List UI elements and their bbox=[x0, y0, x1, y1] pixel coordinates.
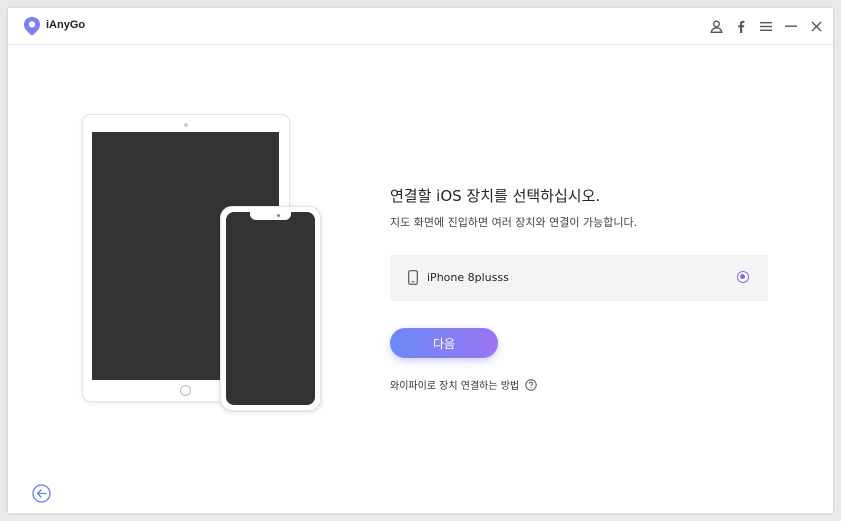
phone-screen bbox=[226, 211, 315, 405]
minimize-icon bbox=[785, 25, 797, 27]
wifi-help-label: 와이파이로 장치 연결하는 방법 bbox=[390, 381, 520, 392]
next-button[interactable]: 다음 bbox=[390, 328, 498, 358]
facebook-icon bbox=[738, 20, 745, 33]
device-radio-selected-dot bbox=[740, 274, 745, 279]
tablet-camera bbox=[184, 123, 188, 127]
close-icon bbox=[811, 21, 821, 31]
device-list-item[interactable]: iPhone 8plusss bbox=[390, 255, 768, 301]
iphone-illustration bbox=[220, 206, 321, 411]
tablet-home-button bbox=[180, 385, 191, 396]
page-subtitle: 지도 화면에 진입하면 여러 장치와 연결이 가능합니다. bbox=[390, 216, 638, 229]
facebook-button[interactable] bbox=[733, 18, 749, 34]
device-radio[interactable] bbox=[737, 271, 749, 283]
account-button[interactable] bbox=[708, 18, 724, 34]
menu-icon bbox=[760, 21, 772, 31]
app-title: iAnyGo bbox=[46, 19, 86, 31]
ianygo-logo-icon bbox=[24, 17, 40, 36]
wifi-help-link[interactable]: 와이파이로 장치 연결하는 방법 bbox=[390, 377, 537, 392]
user-icon bbox=[709, 20, 723, 33]
help-icon[interactable] bbox=[525, 378, 537, 391]
phone-icon bbox=[408, 270, 418, 285]
close-button[interactable] bbox=[808, 18, 824, 34]
phone-notch bbox=[250, 211, 291, 220]
phone-camera bbox=[277, 214, 280, 217]
menu-button[interactable] bbox=[758, 18, 774, 34]
title-bar: iAnyGo bbox=[8, 8, 833, 45]
page-title: 연결할 iOS 장치를 선택하십시오. bbox=[390, 187, 601, 205]
app-window: iAnyGo 연결할 iOS 장치를 선택하십시오. 지도 화면에 진입하면 여… bbox=[8, 8, 833, 513]
device-name: iPhone 8plusss bbox=[427, 271, 509, 284]
back-arrow-icon[interactable] bbox=[32, 484, 51, 503]
minimize-button[interactable] bbox=[783, 18, 799, 34]
